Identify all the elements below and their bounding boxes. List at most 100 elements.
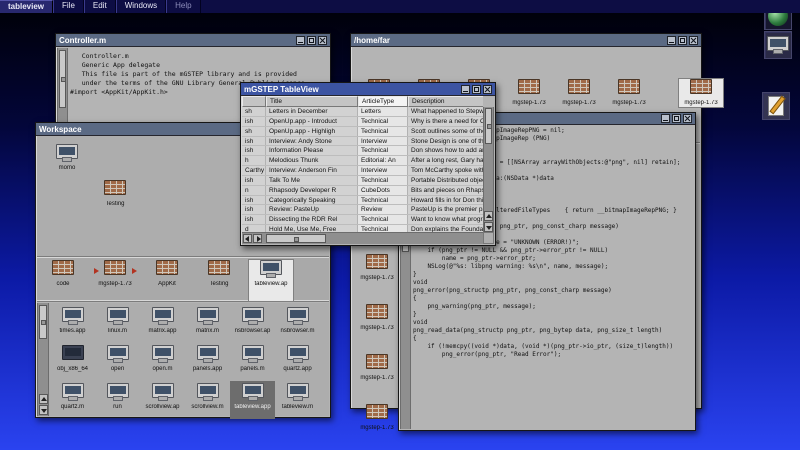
folder-brick-icon <box>568 79 590 94</box>
table-row[interactable]: ish Talk To Me Technical Portable Distri… <box>242 175 483 186</box>
shelf-item[interactable]: mgstep-1.73 <box>93 260 137 301</box>
menu-item[interactable]: Edit <box>83 0 116 13</box>
column-header-description[interactable]: Description <box>408 96 483 107</box>
browser-item[interactable]: mgstep-1.73 <box>355 404 399 432</box>
file-icon-item[interactable]: matrix.m <box>185 305 230 343</box>
scroll-knob[interactable] <box>266 234 326 243</box>
table-row[interactable]: n Rhapsody Developer R CubeDots Bits and… <box>242 185 483 196</box>
file-icon <box>241 383 264 401</box>
source-line: { <box>413 335 417 342</box>
shelf-item[interactable]: AppKit <box>145 260 189 301</box>
file-icon-item[interactable]: linux.m <box>95 305 140 343</box>
table-row[interactable]: ish OpenUp.app - Introduct Technical Why… <box>242 116 483 127</box>
shelf-item[interactable]: Testing <box>197 260 241 301</box>
maximize-icon[interactable] <box>678 35 687 45</box>
scroll-right-icon[interactable] <box>253 234 262 243</box>
vertical-scrollbar[interactable] <box>37 303 49 416</box>
menu-item[interactable]: File <box>53 0 84 13</box>
table-row[interactable]: sh Letters in December Letters What happ… <box>242 107 483 117</box>
menu-item[interactable]: Help <box>166 0 201 13</box>
folder-brick-icon <box>618 79 640 94</box>
column-header[interactable] <box>242 96 266 107</box>
titlebar[interactable]: /home/far <box>351 34 701 47</box>
file-icon-item[interactable]: scrollview.ap <box>140 381 185 419</box>
file-icon-item[interactable]: obj_x86_64 <box>50 343 95 381</box>
maximize-icon[interactable] <box>472 84 481 94</box>
table-row[interactable]: ish Dissecting the RDR Rel Technical Wan… <box>242 215 483 226</box>
shelf-item[interactable]: code <box>41 260 85 301</box>
scroll-up-icon[interactable] <box>39 394 48 404</box>
maximize-icon[interactable] <box>672 114 681 123</box>
file-icon-item[interactable]: open <box>95 343 140 381</box>
dock-tile-editor[interactable] <box>762 92 790 120</box>
file-icon-item[interactable]: open.m <box>140 343 185 381</box>
file-icon-item[interactable]: tableview.m <box>275 381 320 419</box>
table-row[interactable]: d Hold Me, Use Me, Free Technical Don ex… <box>242 225 483 232</box>
file-icon <box>151 307 174 325</box>
app-menu-title[interactable]: tableview <box>0 0 54 13</box>
source-line: void <box>413 279 428 286</box>
cell-author-fragment: ish <box>242 205 266 215</box>
scroll-down-icon[interactable] <box>39 405 48 415</box>
scroll-up-icon[interactable] <box>484 211 493 221</box>
dock-tile-workspace[interactable] <box>764 31 792 59</box>
shelf-item[interactable]: mgstep-1.73 <box>607 79 651 107</box>
minimize-icon[interactable] <box>461 84 470 94</box>
column-header-title[interactable]: Title <box>266 96 358 107</box>
file-icon-item[interactable]: tableview.app <box>230 381 275 419</box>
table-row[interactable]: sh OpenUp.app - Highligh Technical Scott… <box>242 126 483 137</box>
file-icon-item[interactable]: quartz.m <box>50 381 95 419</box>
file-grid: times.app linux.m matrix.app matrix.m ns… <box>50 305 329 419</box>
table-row[interactable]: h Melodious Thunk Editorial: An After a … <box>242 156 483 167</box>
column-header-articletype[interactable]: ArticleType <box>358 96 408 107</box>
file-icon <box>106 383 129 401</box>
file-icon-item[interactable]: quartz.app <box>275 343 320 381</box>
icon-label: mgstep-1.73 <box>360 325 394 331</box>
menu-item[interactable]: Windows <box>115 0 167 13</box>
table-row[interactable]: ish Information Please Technical Don sho… <box>242 146 483 157</box>
horizontal-scrollbar[interactable] <box>242 232 483 244</box>
close-icon[interactable] <box>318 35 327 45</box>
scroll-left-icon[interactable] <box>243 234 252 243</box>
file-icon-item[interactable]: panels.app <box>185 343 230 381</box>
browser-item[interactable]: mgstep-1.73 <box>355 304 399 332</box>
icon-label: tableview.app <box>234 404 271 410</box>
file-icon-item[interactable]: panels.m <box>230 343 275 381</box>
table-row[interactable]: ish Review: PasteUp Review PasteUp is th… <box>242 205 483 216</box>
browser-item[interactable]: mgstep-1.73 <box>355 354 399 382</box>
browser-item[interactable]: mgstep-1.73 <box>355 254 399 282</box>
file-icon-item[interactable]: times.app <box>50 305 95 343</box>
maximize-icon[interactable] <box>307 35 316 45</box>
titlebar[interactable]: mGSTEP TableView <box>241 83 495 96</box>
icon-label: mgstep-1.73 <box>562 100 596 106</box>
table-row[interactable]: ish Interview: Andy Stone Interview Ston… <box>242 136 483 147</box>
close-icon[interactable] <box>483 84 492 94</box>
file-icon-item[interactable]: nsbrowser.m <box>275 305 320 343</box>
shelf-item[interactable]: mgstep-1.73 <box>507 79 551 107</box>
close-icon[interactable] <box>689 35 698 45</box>
file-icon-item[interactable]: matrix.app <box>140 305 185 343</box>
shelf-item[interactable]: mgstep-1.73 <box>557 79 601 107</box>
cell-author-fragment: n <box>242 185 266 195</box>
vertical-scrollbar[interactable] <box>483 107 494 232</box>
scroll-knob[interactable] <box>39 305 47 339</box>
folder-brick-icon <box>518 79 540 94</box>
minimize-icon[interactable] <box>296 35 305 45</box>
close-icon[interactable] <box>683 114 692 123</box>
shelf-item[interactable]: tableview.ap <box>248 259 294 302</box>
titlebar[interactable]: Controller.m <box>56 34 330 47</box>
scroll-knob[interactable] <box>59 50 66 108</box>
folder-testing[interactable]: Testing <box>93 180 137 208</box>
scroll-knob[interactable] <box>485 108 492 144</box>
table-row[interactable]: Carthy Interview: Anderson Fin Interview… <box>242 166 483 176</box>
cell-title: OpenUp.app - Highligh <box>266 126 358 136</box>
file-icon-item[interactable]: scrollview.m <box>185 381 230 419</box>
table-row[interactable]: ish Categorically Speaking Technical How… <box>242 195 483 206</box>
minimize-icon[interactable] <box>661 114 670 123</box>
file-icon-item[interactable]: nsbrowser.ap <box>230 305 275 343</box>
computer-momo[interactable]: momo <box>45 144 89 172</box>
file-icon-item[interactable]: run <box>95 381 140 419</box>
scroll-down-icon[interactable] <box>484 222 493 232</box>
shelf-item[interactable]: mgstep-1.73 <box>678 78 724 108</box>
minimize-icon[interactable] <box>667 35 676 45</box>
